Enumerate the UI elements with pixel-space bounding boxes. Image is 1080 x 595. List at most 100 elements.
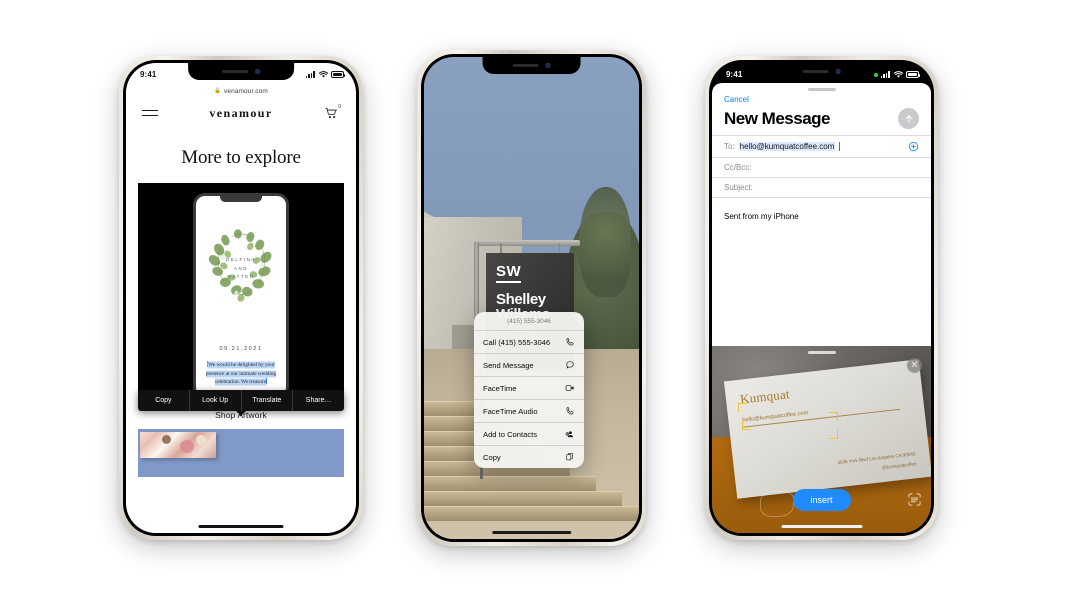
popover-item-facetime-audio[interactable]: FaceTime Audio: [474, 400, 584, 423]
popover-item-label: Copy: [483, 452, 501, 462]
to-value: hello@kumquatcoffee.com: [738, 142, 836, 151]
menu-share[interactable]: Share…: [293, 390, 344, 411]
flower-shape: [162, 435, 171, 444]
add-recipient-plus-icon[interactable]: [908, 141, 919, 152]
product-showcase-panel: DELFINA AND MATTEO 09.21.2021 We would b…: [138, 183, 344, 399]
text-caret: [839, 142, 841, 151]
invitation-names: DELFINA AND MATTEO: [202, 256, 280, 282]
menu-look-up[interactable]: Look Up: [190, 390, 242, 411]
compose-sheet: Cancel New Message To: hello@kumquatcoff…: [712, 83, 931, 533]
phone2-bezel: SW Shelley Willems Shelley Willems Real …: [421, 54, 642, 542]
home-indicator[interactable]: [198, 524, 284, 528]
cart-count-badge: 0: [338, 104, 341, 110]
url-text: venamour.com: [224, 87, 268, 95]
status-indicators: [305, 70, 346, 79]
sign-support-arm: [474, 240, 580, 246]
earpiece-speaker-icon: [221, 70, 248, 73]
status-time: 9:41: [140, 70, 157, 79]
popover-item-label: Send Message: [483, 360, 534, 370]
sign-hanger: [558, 243, 560, 253]
popover-item-label: Call (415) 555-3046: [483, 337, 551, 347]
subject-label: Subject:: [724, 183, 753, 192]
wedding-invitation: DELFINA AND MATTEO 09.21.2021 We would b…: [196, 196, 286, 396]
wifi-icon: [893, 71, 903, 78]
card-social-handle: @kumquatcoffee: [881, 461, 917, 471]
invite-name-1: DELFINA: [226, 257, 256, 262]
invite-conjunction: AND: [233, 265, 249, 271]
popover-item-call[interactable]: Call (415) 555-3046: [474, 331, 584, 354]
phone3-notch: [771, 63, 872, 80]
popover-item-send-message[interactable]: Send Message: [474, 354, 584, 377]
scan-bracket-top-right: [829, 412, 838, 421]
to-field[interactable]: To: hello@kumquatcoffee.com: [712, 135, 931, 157]
scan-bracket-bottom-right: [829, 430, 838, 439]
mini-phone-mockup: DELFINA AND MATTEO 09.21.2021 We would b…: [193, 193, 289, 399]
status-time: 9:41: [726, 70, 743, 79]
cellular-bars-icon: [305, 71, 315, 78]
menu-translate[interactable]: Translate: [242, 390, 294, 411]
front-camera-icon: [254, 69, 260, 74]
compose-header: New Message: [712, 104, 931, 135]
site-header: venamour 0: [126, 99, 356, 127]
message-body[interactable]: Sent from my iPhone: [712, 197, 931, 235]
earpiece-speaker-icon: [512, 64, 539, 67]
data-detector-popover[interactable]: (415) 555-3046 Call (415) 555-3046 Send …: [474, 312, 584, 468]
phone1-screen: 9:41 🔒 venamour.com venamour 0 More to e…: [126, 63, 356, 533]
shopping-cart-icon[interactable]: 0: [324, 104, 341, 120]
next-product-banner[interactable]: [138, 429, 344, 477]
menu-copy[interactable]: Copy: [138, 390, 190, 411]
menu-pointer-arrow: [236, 411, 246, 416]
insert-button[interactable]: insert: [792, 489, 851, 511]
cellular-bars-icon: [880, 71, 890, 78]
cc-bcc-field[interactable]: Cc/Bcc:: [712, 157, 931, 177]
lock-icon: 🔒: [214, 88, 222, 94]
popover-title: (415) 555-3046: [474, 312, 584, 331]
send-button[interactable]: [898, 108, 919, 129]
page-title: More to explore: [181, 147, 301, 168]
copy-icon: [566, 452, 573, 461]
phone-mail-compose: 9:41 Cancel New Message To: hello@kumqua…: [705, 56, 938, 540]
subject-field[interactable]: Subject:: [712, 177, 931, 197]
screenshot-canvas: 9:41 🔒 venamour.com venamour 0 More to e…: [0, 0, 1080, 595]
phone3-screen: 9:41 Cancel New Message To: hello@kumqua…: [712, 63, 931, 533]
live-text-grabber[interactable]: [807, 351, 836, 354]
home-indicator[interactable]: [780, 524, 863, 528]
to-label: To:: [724, 142, 735, 151]
selection-handle-end[interactable]: [266, 377, 268, 384]
safari-url-bar[interactable]: 🔒 venamour.com: [126, 83, 356, 99]
brand-logo[interactable]: venamour: [209, 106, 272, 121]
front-camera-icon: [835, 69, 841, 74]
popover-item-label: Add to Contacts: [483, 429, 538, 439]
invitation-selected-text[interactable]: We would be delighted by your presence a…: [204, 361, 278, 386]
home-indicator[interactable]: [491, 530, 572, 534]
text-scan-icon[interactable]: [907, 492, 922, 507]
status-indicators: [874, 70, 921, 79]
battery-icon: [331, 71, 346, 78]
popover-item-add-to-contacts[interactable]: Add to Contacts: [474, 423, 584, 446]
popover-item-copy[interactable]: Copy: [474, 446, 584, 468]
cancel-button[interactable]: Cancel: [712, 91, 931, 104]
close-x-icon[interactable]: ✕: [907, 358, 922, 373]
popover-item-label: FaceTime: [483, 383, 517, 393]
mini-phone-notch: [220, 196, 262, 202]
scan-bracket-top-left: [738, 403, 747, 412]
popover-item-facetime[interactable]: FaceTime: [474, 377, 584, 400]
invite-name-2: MATTEO: [227, 274, 255, 280]
facetime-video-icon: [565, 385, 574, 391]
scan-bracket-bottom-left: [742, 421, 751, 430]
phone-icon: [566, 407, 574, 415]
popover-item-label: FaceTime Audio: [483, 406, 538, 416]
sign-hanger: [500, 243, 502, 253]
wifi-icon: [318, 71, 328, 78]
compose-title: New Message: [724, 108, 831, 128]
text-selection-menu[interactable]: Copy Look Up Translate Share…: [138, 390, 344, 411]
add-contact-icon: [565, 431, 574, 438]
live-text-camera-panel: Kumquat hello@kumquatcoffee.com 4936 Yor…: [712, 346, 931, 533]
battery-icon: [906, 71, 921, 78]
floral-invitation-thumbnail: [140, 432, 216, 458]
tree-foliage: [579, 187, 631, 297]
hamburger-menu-icon[interactable]: [142, 110, 158, 116]
phone1-notch: [188, 63, 294, 80]
send-arrow-up-icon: [904, 114, 913, 123]
flower-shape: [196, 435, 206, 445]
